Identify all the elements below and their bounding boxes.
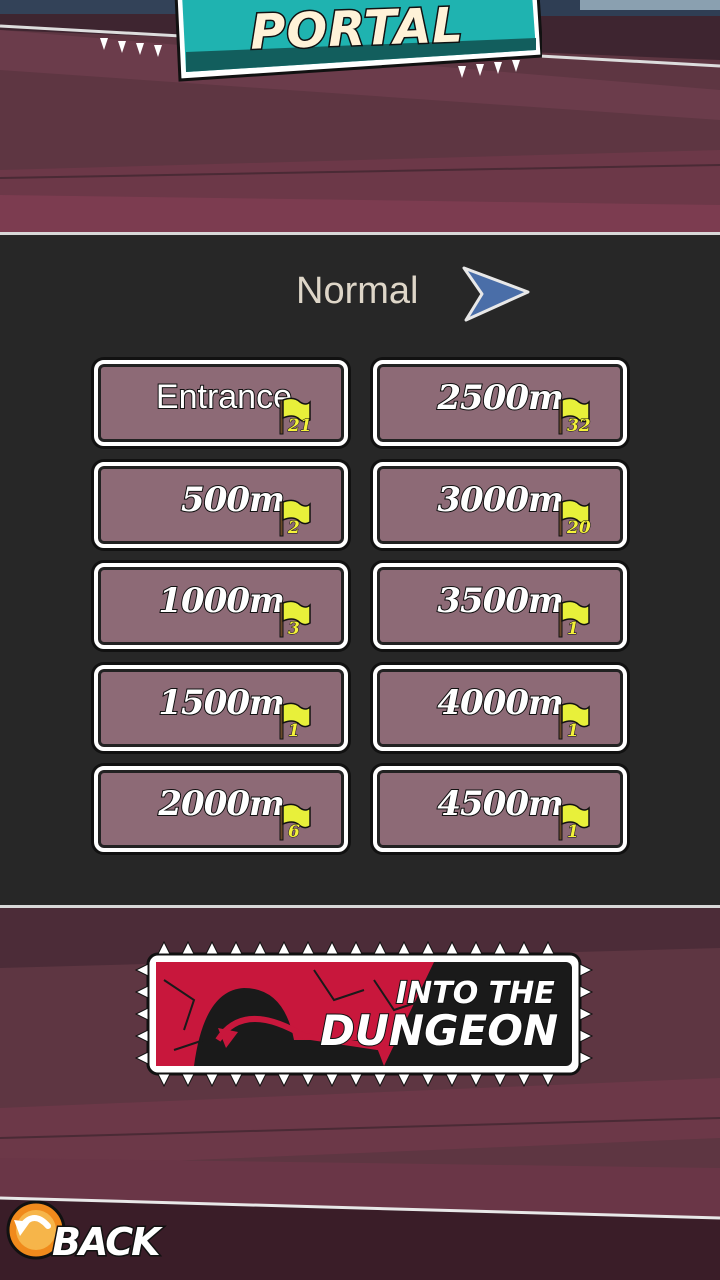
flag-count: 21 (288, 416, 313, 437)
floor-button[interactable]: 3000m 20 (373, 462, 627, 548)
flag-count: 2 (288, 518, 301, 539)
flag-count: 1 (288, 721, 301, 742)
floor-button[interactable]: 3500m 1 (373, 563, 627, 649)
flag-count: 1 (567, 619, 580, 640)
title-banner: PORTAL (172, 0, 542, 86)
difficulty-selector: Normal (0, 262, 720, 322)
next-arrow-icon[interactable] (460, 264, 532, 324)
flag-count: 1 (567, 721, 580, 742)
back-button[interactable]: BACK (4, 1190, 162, 1276)
floor-button[interactable]: 2500m 32 (373, 360, 627, 446)
flag-count: 1 (567, 822, 580, 843)
floor-button[interactable]: 2000m 6 (94, 766, 348, 852)
back-button-label: BACK (51, 1219, 163, 1266)
flag-count: 32 (567, 416, 592, 437)
floor-label: 2000m (157, 783, 286, 825)
floor-label: 2500m (436, 377, 565, 419)
floor-label: 1500m (157, 682, 286, 724)
floor-label: 500m (180, 479, 286, 521)
floor-button[interactable]: Entrance 21 (94, 360, 348, 446)
floor-label: 4500m (436, 783, 565, 825)
header-background: PORTAL (0, 0, 720, 232)
floor-label: 3000m (436, 479, 565, 521)
floor-button[interactable]: 4500m 1 (373, 766, 627, 852)
floor-button[interactable]: 1500m 1 (94, 665, 348, 751)
floor-button[interactable]: 500m 2 (94, 462, 348, 548)
floor-label: 3500m (436, 580, 565, 622)
flag-count: 3 (288, 619, 301, 640)
difficulty-label: Normal (296, 270, 419, 312)
floor-label: Entrance (155, 377, 293, 417)
flag-count: 20 (567, 518, 592, 539)
floor-label: 4000m (436, 682, 565, 724)
into-the-dungeon-button[interactable]: INTO THE DUNGEON (134, 940, 594, 1090)
floor-button[interactable]: 4000m 1 (373, 665, 627, 751)
floor-label: 1000m (157, 580, 286, 622)
dungeon-button-line2: DUNGEON (319, 1005, 559, 1056)
floor-button[interactable]: 1000m 3 (94, 563, 348, 649)
flag-count: 6 (288, 822, 301, 843)
